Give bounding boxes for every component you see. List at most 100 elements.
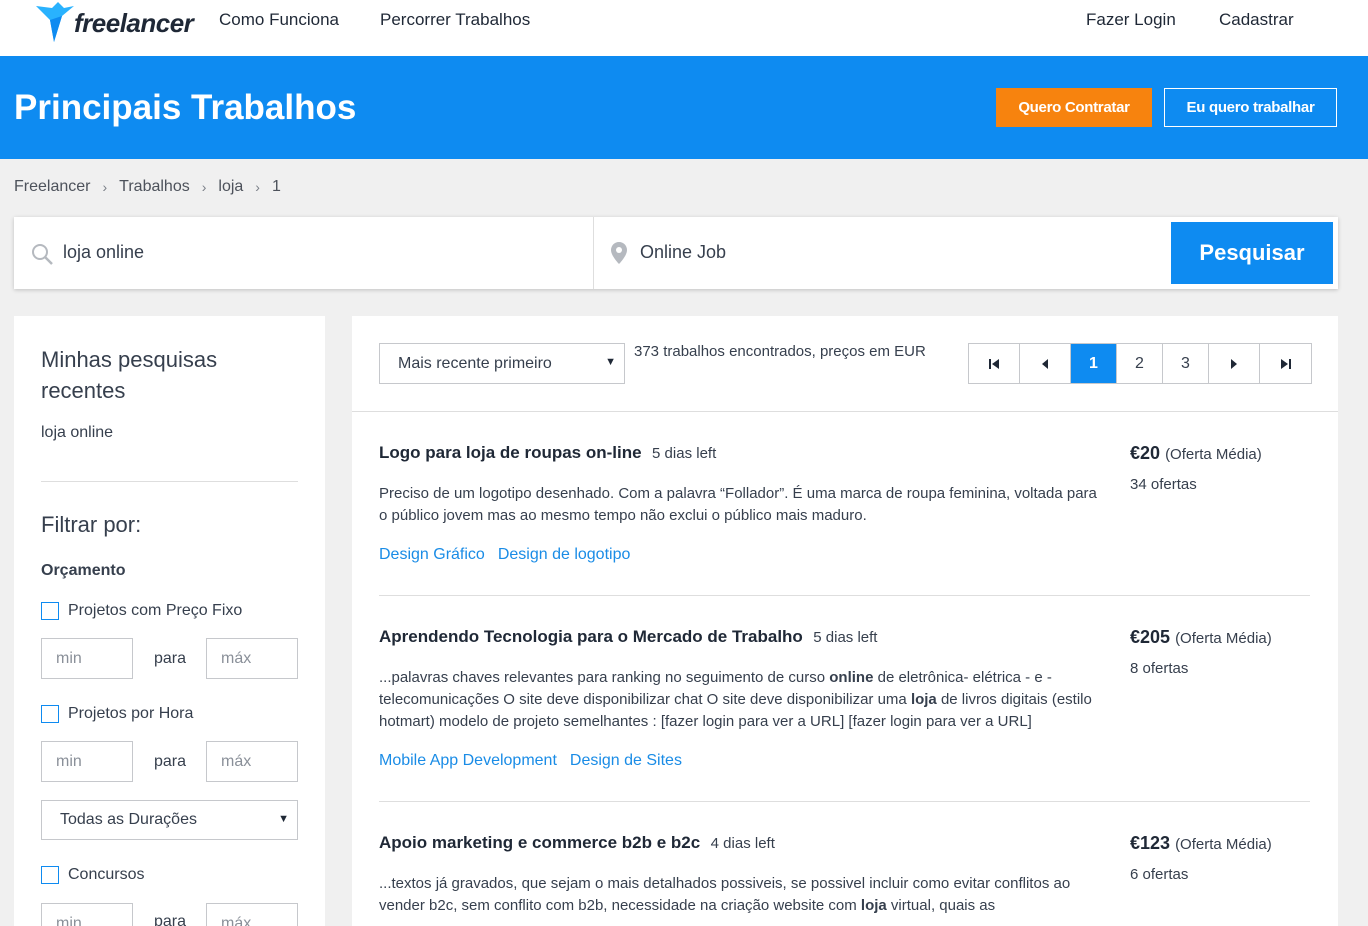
job-title-link[interactable]: Logo para loja de roupas on-line	[379, 443, 642, 462]
contest-min-input[interactable]: min	[41, 903, 133, 926]
job-title-link[interactable]: Aprendendo Tecnologia para o Mercado de …	[379, 627, 803, 646]
desc-highlight: online	[829, 669, 874, 686]
job-days-left: 5 dias left	[813, 629, 878, 646]
breadcrumb-item-loja[interactable]: loja	[218, 178, 243, 197]
divider	[41, 481, 298, 482]
divider	[352, 411, 1338, 412]
location-input[interactable]: Online Job	[640, 242, 726, 263]
signup-link[interactable]: Cadastrar	[1219, 10, 1294, 30]
first-page-icon	[989, 358, 999, 369]
recent-search-item[interactable]: loja online	[41, 424, 113, 442]
job-title-link[interactable]: Apoio marketing e commerce b2b e b2c	[379, 833, 700, 852]
job-description: Preciso de um logotipo desenhado. Com a …	[379, 485, 1097, 524]
budget-heading: Orçamento	[41, 562, 126, 579]
breadcrumb: Freelancer › Trabalhos › loja › 1	[14, 178, 281, 197]
hourly-checkbox[interactable]	[41, 705, 59, 723]
breadcrumb-item-jobs[interactable]: Trabalhos	[119, 178, 190, 197]
nav-browse-jobs[interactable]: Percorrer Trabalhos	[380, 10, 530, 30]
search-button[interactable]: Pesquisar	[1171, 222, 1333, 284]
fixed-max-input[interactable]: máx	[206, 638, 298, 679]
fixed-min-input[interactable]: min	[41, 638, 133, 679]
prev-page-button[interactable]	[1020, 344, 1071, 383]
search-input[interactable]: loja online	[14, 217, 594, 289]
job-days-left: 5 dias left	[652, 445, 717, 462]
job-tag-link[interactable]: Design de Sites	[570, 752, 682, 770]
job-bids: 6 ofertas	[1130, 866, 1189, 883]
last-page-button[interactable]	[1260, 344, 1311, 383]
job-price-value: €123	[1130, 833, 1171, 853]
page-3-button[interactable]: 3	[1163, 344, 1209, 383]
job-price: €123 (Oferta Média)	[1130, 833, 1272, 854]
job-price-note: (Oferta Média)	[1175, 630, 1272, 647]
job-tags: Mobile App Development Design de Sites	[379, 752, 682, 770]
prev-page-icon	[1042, 358, 1048, 369]
filter-sidebar: Minhas pesquisas recentes loja online Fi…	[14, 316, 325, 926]
fixed-price-label: Projetos com Preço Fixo	[68, 602, 243, 619]
divider	[379, 595, 1310, 596]
fixed-price-checkbox[interactable]	[41, 602, 59, 620]
hourly-min-input[interactable]: min	[41, 741, 133, 782]
sort-value: Mais recente primeiro	[398, 355, 552, 372]
caret-down-icon: ▼	[605, 356, 616, 368]
chevron-right-icon: ›	[102, 179, 108, 195]
first-page-button[interactable]	[969, 344, 1020, 383]
location-pin-icon	[611, 242, 627, 264]
chevron-right-icon: ›	[255, 179, 260, 195]
job-tag-link[interactable]: Design Gráfico	[379, 546, 485, 564]
job-bids: 8 ofertas	[1130, 660, 1189, 677]
search-icon	[32, 244, 53, 265]
job-title-row: Aprendendo Tecnologia para o Mercado de …	[379, 627, 877, 647]
hero-banner: Principais Trabalhos Quero Contratar Eu …	[0, 56, 1368, 159]
hourly-max-input[interactable]: máx	[206, 741, 298, 782]
breadcrumb-item-page: 1	[271, 178, 281, 195]
chevron-right-icon: ›	[201, 179, 207, 195]
page-title: Principais Trabalhos	[14, 88, 357, 127]
results-panel: Mais recente primeiro ▼ 373 trabalhos en…	[352, 316, 1338, 926]
divider	[379, 801, 1310, 802]
desc-text: ...palavras chaves relevantes para ranki…	[379, 669, 830, 686]
desc-highlight: loja	[910, 691, 937, 708]
range-separator: para	[154, 650, 187, 667]
pagination: 1 2 3	[968, 343, 1312, 384]
contests-checkbox[interactable]	[41, 866, 59, 884]
job-title-row: Logo para loja de roupas on-line 5 dias …	[379, 443, 716, 463]
results-count: 373 trabalhos encontrados, preços em EUR	[634, 343, 926, 360]
last-page-icon	[1280, 358, 1291, 369]
job-price: €205 (Oferta Média)	[1130, 627, 1272, 648]
job-tags: Design Gráfico Design de logotipo	[379, 546, 630, 564]
hire-button[interactable]: Quero Contratar	[996, 88, 1152, 127]
freelancer-bird-icon	[36, 2, 74, 42]
job-price-note: (Oferta Média)	[1165, 446, 1262, 463]
page-2-button[interactable]: 2	[1117, 344, 1163, 383]
breadcrumb-item-freelancer[interactable]: Freelancer	[14, 178, 90, 197]
hourly-checkbox-row[interactable]: Projetos por Hora	[41, 705, 193, 723]
duration-select[interactable]: Todas as Durações ▼	[41, 800, 298, 840]
filter-heading: Filtrar por:	[41, 512, 142, 537]
contest-max-input[interactable]: máx	[206, 903, 298, 926]
job-tag-link[interactable]: Design de logotipo	[498, 546, 631, 564]
job-price-value: €20	[1130, 443, 1161, 463]
desc-highlight: loja	[860, 897, 887, 914]
job-description: ...palavras chaves relevantes para ranki…	[379, 667, 1109, 733]
job-price-note: (Oferta Média)	[1175, 836, 1272, 853]
next-page-button[interactable]	[1209, 344, 1260, 383]
nav-how-it-works[interactable]: Como Funciona	[219, 10, 339, 30]
search-bar: loja online Online Job Pesquisar	[14, 217, 1338, 289]
brand-name: freelancer	[74, 8, 194, 38]
work-button[interactable]: Eu quero trabalhar	[1164, 88, 1337, 127]
search-query: loja online	[63, 242, 145, 262]
job-description: ...textos já gravados, que sejam o mais …	[379, 873, 1109, 917]
login-link[interactable]: Fazer Login	[1086, 10, 1176, 30]
job-tag-link[interactable]: Mobile App Development	[379, 752, 557, 770]
sort-select[interactable]: Mais recente primeiro ▼	[379, 343, 625, 384]
job-title-row: Apoio marketing e commerce b2b e b2c 4 d…	[379, 833, 775, 853]
contests-checkbox-row[interactable]: Concursos	[41, 866, 144, 884]
range-separator: para	[154, 913, 187, 926]
job-bids: 34 ofertas	[1130, 476, 1197, 493]
range-separator: para	[154, 753, 187, 770]
next-page-icon	[1231, 358, 1237, 369]
caret-down-icon: ▼	[278, 813, 289, 825]
fixed-price-checkbox-row[interactable]: Projetos com Preço Fixo	[41, 602, 242, 620]
page-1-button[interactable]: 1	[1071, 344, 1117, 383]
hourly-label: Projetos por Hora	[68, 705, 194, 722]
